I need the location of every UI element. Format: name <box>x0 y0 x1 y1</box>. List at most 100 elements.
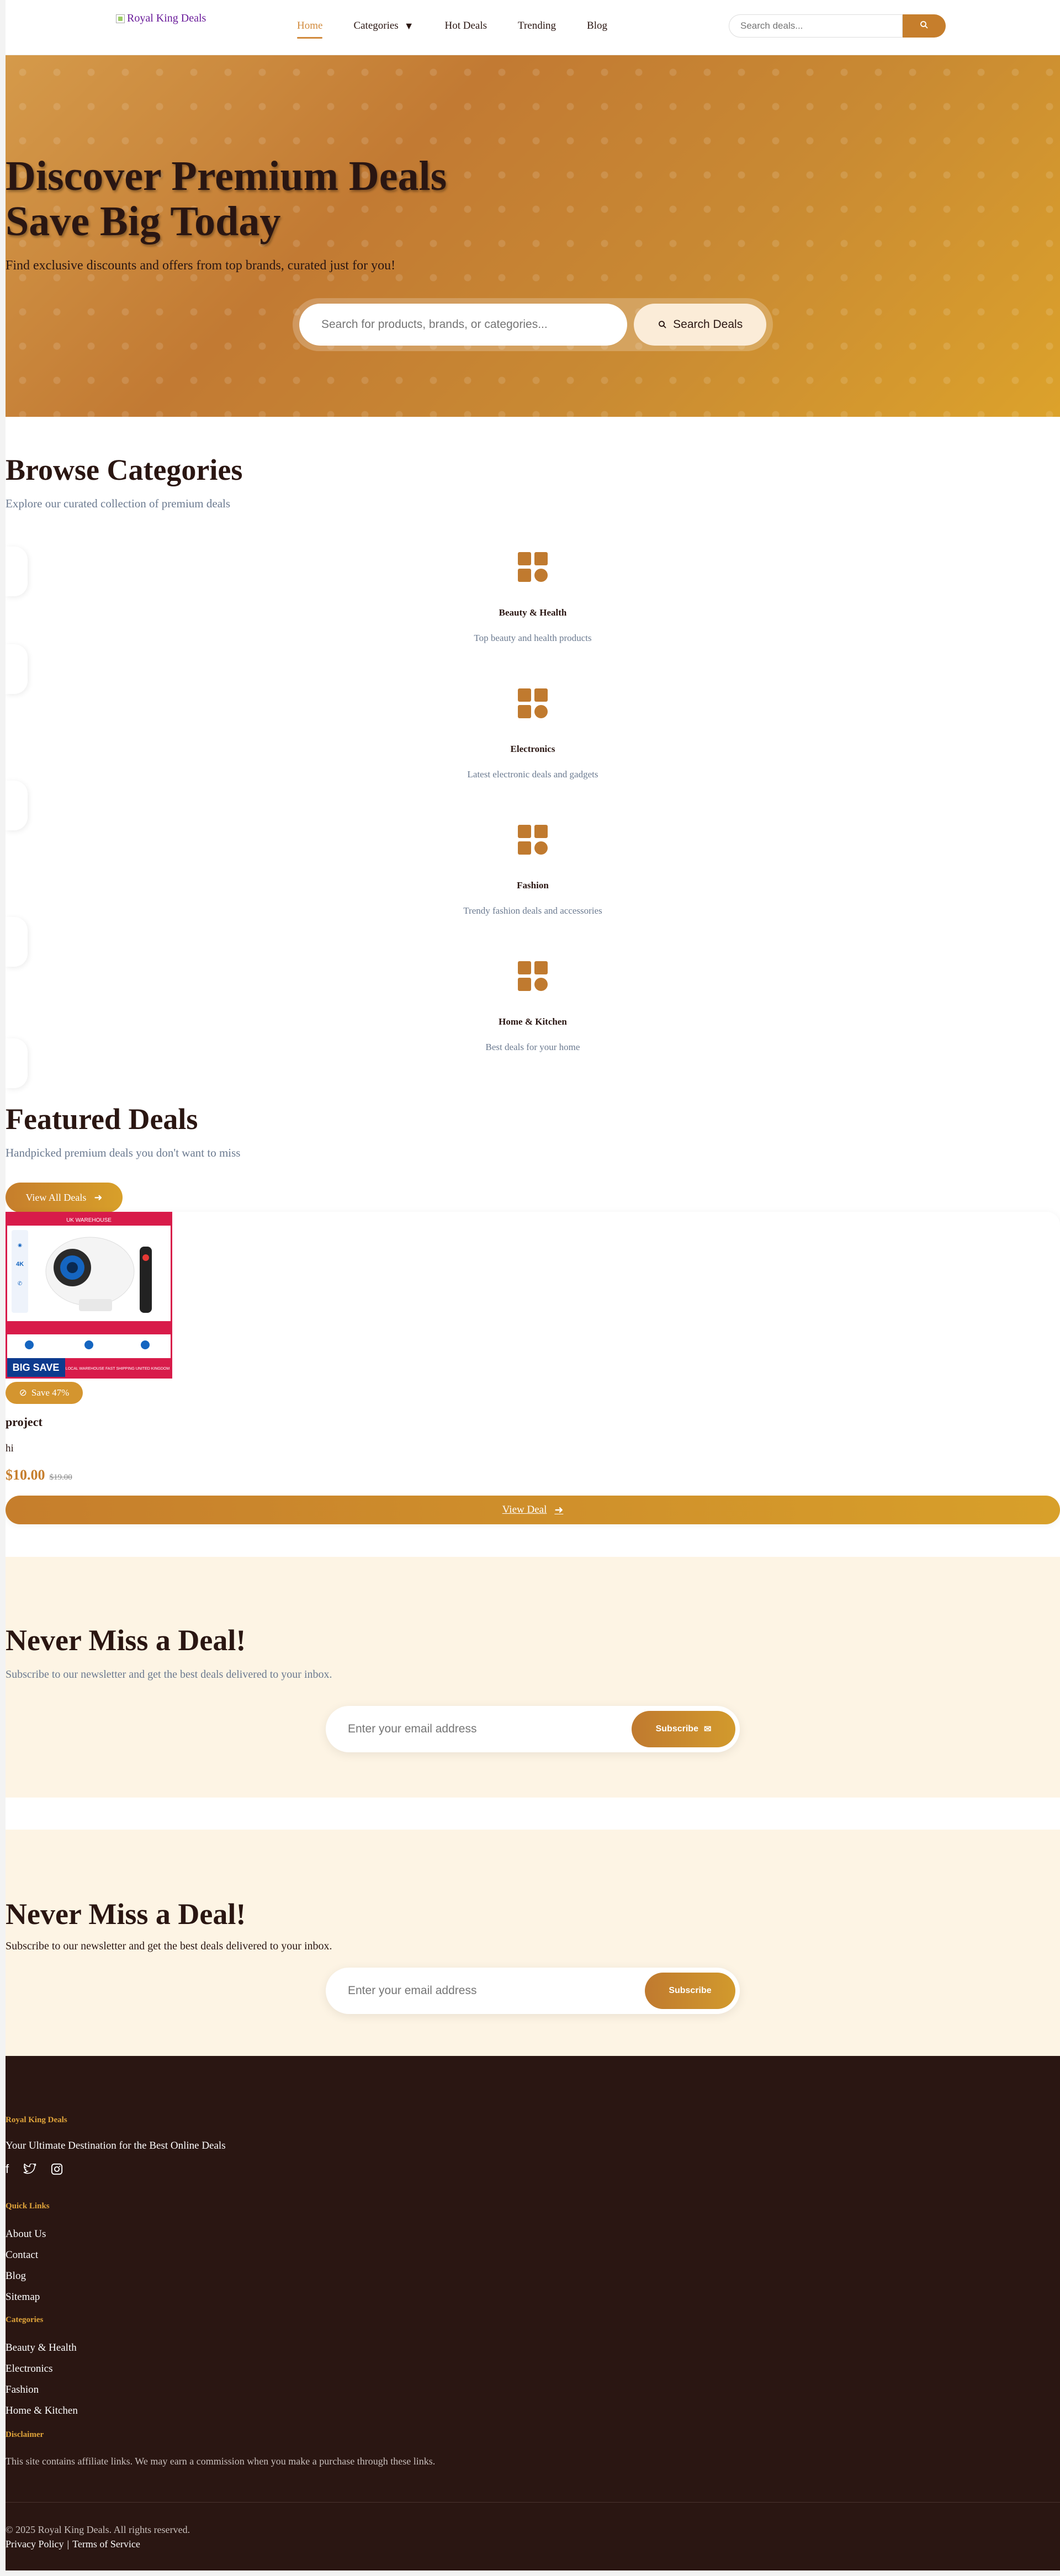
card-edge <box>6 917 28 967</box>
hero-title-line2: Save Big Today <box>6 198 281 245</box>
projector-product-image: UK WAREHOUSE ◉ 4K ✆ BIG SAVE LOCAL WAREH… <box>7 1213 171 1377</box>
grid-icon <box>518 961 548 991</box>
social-links: f <box>6 2162 63 2176</box>
facebook-icon[interactable]: f <box>6 2162 9 2176</box>
header-search-input[interactable] <box>729 14 903 38</box>
logo[interactable]: Royal King Deals <box>116 12 206 25</box>
nav-home-label: Home <box>297 20 323 31</box>
hero: Discover Premium Deals Save Big Today Fin… <box>6 55 1060 417</box>
category-card-electronics[interactable]: Electronics Latest electronic deals and … <box>6 688 1060 804</box>
newsletter-section-2: Never Miss a Deal! Subscribe to our news… <box>6 1830 1060 2056</box>
newsletter-title: Never Miss a Deal! <box>6 1624 246 1657</box>
category-card-home[interactable]: Home & Kitchen Best deals for your home <box>6 961 1060 1077</box>
footer-divider <box>6 2502 1060 2503</box>
view-deal-label: View Deal <box>502 1504 547 1515</box>
hero-search-button-label: Search Deals <box>673 318 743 331</box>
svg-text:✆: ✆ <box>18 1281 22 1287</box>
image-banner-text: LOCAL WAREHOUSE FAST SHIPPING UNITED KIN… <box>66 1367 170 1371</box>
view-deal-button[interactable]: View Deal ➜ <box>6 1496 1060 1524</box>
footer-cat-electronics[interactable]: Electronics <box>6 2363 52 2375</box>
newsletter-form: Subscribe <box>326 1968 740 2014</box>
nav-categories[interactable]: Categories ▼ <box>353 20 414 32</box>
page: Royal King Deals Home Categories ▼ Hot De… <box>6 0 1060 2570</box>
grid-icon <box>518 688 548 718</box>
featured-title: Featured Deals <box>6 1103 198 1136</box>
deal-card: UK WAREHOUSE ◉ 4K ✆ BIG SAVE LOCAL WAREH… <box>6 1212 1060 1524</box>
category-desc: Top beauty and health products <box>474 633 592 643</box>
arrow-right-icon: ➜ <box>94 1191 103 1203</box>
footer-link-blog[interactable]: Blog <box>6 2270 26 2282</box>
site-footer: Royal King Deals Your Ultimate Destinati… <box>6 2056 1060 2570</box>
category-name: Electronics <box>510 744 555 754</box>
category-card-fashion[interactable]: Fashion Trendy fashion deals and accesso… <box>6 825 1060 941</box>
save-badge: ⊘ Save 47% <box>6 1382 83 1404</box>
footer-link-sitemap[interactable]: Sitemap <box>6 2291 40 2303</box>
view-all-label: View All Deals <box>25 1191 87 1203</box>
view-all-deals-button[interactable]: View All Deals ➜ <box>6 1183 123 1212</box>
category-desc: Trendy fashion deals and accessories <box>463 905 602 916</box>
privacy-policy-link[interactable]: Privacy Policy <box>6 2538 64 2550</box>
footer-brand: Royal King Deals <box>6 2116 67 2124</box>
search-icon <box>659 321 666 328</box>
footer-link-about[interactable]: About Us <box>6 2228 46 2240</box>
hero-search-input[interactable] <box>299 304 628 346</box>
quick-links-title: Quick Links <box>6 2202 50 2211</box>
nav-blog[interactable]: Blog <box>587 20 607 32</box>
footer-cat-home[interactable]: Home & Kitchen <box>6 2405 78 2417</box>
card-edge <box>6 781 28 830</box>
hero-search-button[interactable]: Search Deals <box>634 304 766 346</box>
category-name: Beauty & Health <box>499 607 567 618</box>
newsletter-subtitle: Subscribe to our newsletter and get the … <box>6 1940 332 1952</box>
newsletter-title: Never Miss a Deal! <box>6 1897 246 1931</box>
site-header: Royal King Deals Home Categories ▼ Hot De… <box>6 0 1060 55</box>
card-edge <box>6 547 28 596</box>
footer-cat-beauty[interactable]: Beauty & Health <box>6 2342 77 2354</box>
image-big-save-text: BIG SAVE <box>13 1362 60 1373</box>
grid-icon <box>518 552 548 582</box>
hero-subtitle: Find exclusive discounts and offers from… <box>6 258 396 273</box>
image-top-text: UK WAREHOUSE <box>66 1217 112 1223</box>
instagram-icon[interactable] <box>51 2163 63 2175</box>
legal-separator: | <box>67 2538 70 2550</box>
deal-price: $10.00 <box>6 1467 45 1483</box>
caret-down-icon: ▼ <box>404 20 414 31</box>
twitter-icon[interactable] <box>23 2164 36 2175</box>
category-card-beauty[interactable]: Beauty & Health Top beauty and health pr… <box>6 552 1060 668</box>
nav-hot-deals[interactable]: Hot Deals <box>445 20 487 32</box>
footer-cat-fashion[interactable]: Fashion <box>6 2384 39 2396</box>
category-desc: Best deals for your home <box>485 1042 580 1052</box>
footer-link-contact[interactable]: Contact <box>6 2249 38 2261</box>
newsletter-email-input[interactable] <box>348 1984 613 1997</box>
deal-price-row: $10.00 $19.00 <box>6 1467 72 1483</box>
subscribe-button[interactable]: Subscribe <box>645 1973 735 2009</box>
category-desc: Latest electronic deals and gadgets <box>467 769 598 780</box>
deal-title[interactable]: project <box>6 1415 43 1429</box>
newsletter-email-input[interactable] <box>348 1722 613 1736</box>
arrow-right-icon: ➜ <box>554 1504 564 1516</box>
nav-trending[interactable]: Trending <box>518 20 556 32</box>
terms-link[interactable]: Terms of Service <box>72 2538 140 2550</box>
header-search <box>729 14 946 38</box>
nav-home[interactable]: Home <box>297 20 323 39</box>
header-search-button[interactable] <box>903 14 946 38</box>
main-nav: Home Categories ▼ Hot Deals Trending Blog <box>297 20 607 39</box>
newsletter-section-1: Never Miss a Deal! Subscribe to our news… <box>6 1557 1060 1798</box>
category-name: Fashion <box>517 880 549 891</box>
newsletter-subtitle: Subscribe to our newsletter and get the … <box>6 1668 332 1681</box>
subscribe-button[interactable]: Subscribe ✉ <box>632 1711 735 1747</box>
card-edge <box>6 644 28 694</box>
featured-subtitle: Handpicked premium deals you don't want … <box>6 1146 241 1159</box>
footer-tagline: Your Ultimate Destination for the Best O… <box>6 2140 226 2151</box>
deal-image[interactable]: UK WAREHOUSE ◉ 4K ✆ BIG SAVE LOCAL WAREH… <box>6 1212 172 1379</box>
search-icon <box>920 20 928 29</box>
deal-description: hi <box>6 1443 14 1454</box>
svg-text:◉: ◉ <box>18 1242 22 1248</box>
nav-trending-label: Trending <box>518 20 556 31</box>
subscribe-label: Subscribe <box>655 1724 698 1734</box>
legal-links: Privacy Policy | Terms of Service <box>6 2538 140 2550</box>
footer-categories-title: Categories <box>6 2315 44 2324</box>
hero-title: Discover Premium Deals Save Big Today <box>6 153 447 244</box>
envelope-icon: ✉ <box>703 1725 712 1734</box>
categories-subtitle: Explore our curated collection of premiu… <box>6 497 231 510</box>
newsletter-form: Subscribe ✉ <box>326 1706 740 1752</box>
